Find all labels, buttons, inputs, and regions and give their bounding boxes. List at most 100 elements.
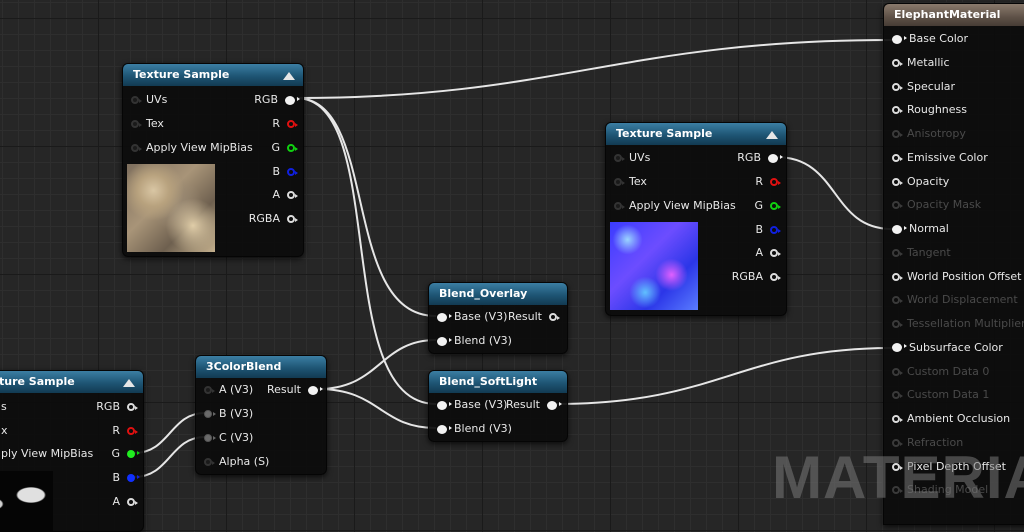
material-input-normal[interactable]: Normal: [892, 220, 949, 238]
pin-icon[interactable]: [287, 215, 298, 223]
pin-icon[interactable]: [287, 191, 298, 199]
input-pin-apply-view-mipbias[interactable]: ply View MipBias: [1, 445, 93, 463]
output-pin-g[interactable]: G: [111, 445, 140, 463]
pin-icon[interactable]: [547, 400, 562, 410]
pin-icon[interactable]: [287, 120, 298, 128]
texture-sample-node-mask[interactable]: ture Sample s x ply View MipBias RGB R G…: [0, 370, 144, 532]
pin-icon[interactable]: [892, 415, 903, 423]
pin-icon[interactable]: [127, 450, 140, 458]
output-pin-b[interactable]: B: [272, 163, 298, 181]
pin-icon[interactable]: [437, 424, 452, 434]
pin-icon[interactable]: [770, 273, 781, 281]
output-pin-b[interactable]: B: [755, 221, 781, 239]
output-pin-g[interactable]: G: [754, 197, 781, 215]
pin-icon[interactable]: [892, 82, 903, 91]
node-header[interactable]: Blend_Overlay: [429, 283, 567, 305]
pin-icon[interactable]: [614, 178, 625, 186]
pin-icon[interactable]: [127, 403, 138, 411]
texture-sample-node-diffuse[interactable]: Texture Sample UVs Tex Apply View MipBia…: [122, 63, 304, 257]
pin-icon[interactable]: [770, 249, 781, 257]
material-input-metallic[interactable]: Metallic: [892, 54, 950, 72]
output-pin-a[interactable]: A: [112, 493, 138, 511]
input-pin-a[interactable]: A (V3): [204, 381, 253, 399]
pin-icon[interactable]: [127, 498, 138, 506]
input-pin-base[interactable]: Base (V3): [437, 308, 507, 326]
output-pin-r[interactable]: R: [755, 173, 781, 191]
input-pin-uvs[interactable]: UVs: [131, 91, 167, 109]
node-header[interactable]: Texture Sample: [606, 123, 786, 145]
pin-icon[interactable]: [131, 120, 142, 128]
input-pin-base[interactable]: Base (V3): [437, 396, 507, 414]
input-pin-tex[interactable]: Tex: [614, 173, 647, 191]
pin-icon[interactable]: [308, 385, 323, 395]
pin-icon[interactable]: [204, 386, 215, 394]
three-color-blend-node[interactable]: 3ColorBlend A (V3) B (V3) C (V3) Alpha (…: [195, 355, 327, 475]
pin-icon[interactable]: [892, 58, 903, 67]
output-pin-result[interactable]: Result: [506, 396, 562, 414]
pin-icon[interactable]: [204, 410, 216, 418]
pin-icon[interactable]: [204, 458, 215, 466]
input-pin-c[interactable]: C (V3): [204, 429, 253, 447]
node-header[interactable]: Texture Sample: [123, 64, 303, 86]
node-header[interactable]: Blend_SoftLight: [429, 371, 567, 393]
pin-icon[interactable]: [892, 106, 903, 115]
pin-icon[interactable]: [127, 427, 138, 435]
pin-icon[interactable]: [127, 474, 140, 482]
material-input-emissive-color[interactable]: Emissive Color: [892, 149, 988, 167]
input-pin-tex[interactable]: x: [1, 422, 8, 440]
output-pin-a[interactable]: A: [755, 244, 781, 262]
blend-softlight-node[interactable]: Blend_SoftLight Base (V3) Blend (V3) Res…: [428, 370, 568, 442]
pin-icon[interactable]: [892, 177, 903, 186]
output-pin-g[interactable]: G: [271, 139, 298, 157]
collapse-arrow-icon[interactable]: [283, 72, 295, 80]
output-pin-a[interactable]: A: [272, 186, 298, 204]
material-input-roughness[interactable]: Roughness: [892, 101, 967, 119]
material-graph-canvas[interactable]: Texture Sample UVs Tex Apply View MipBia…: [0, 0, 1024, 532]
pin-icon[interactable]: [768, 153, 783, 163]
output-pin-result[interactable]: Result: [267, 381, 323, 399]
pin-icon[interactable]: [131, 96, 142, 104]
pin-icon[interactable]: [285, 95, 300, 105]
pin-icon[interactable]: [131, 144, 142, 152]
pin-icon[interactable]: [892, 224, 907, 234]
output-pin-rgb[interactable]: RGB: [96, 398, 138, 416]
pin-icon[interactable]: [614, 202, 625, 210]
input-pin-tex[interactable]: Tex: [131, 115, 164, 133]
pin-icon[interactable]: [892, 272, 903, 281]
output-pin-r[interactable]: R: [112, 422, 138, 440]
pin-icon[interactable]: [770, 202, 781, 210]
output-pin-b[interactable]: B: [112, 469, 140, 487]
pin-icon[interactable]: [770, 226, 781, 234]
material-input-base-color[interactable]: Base Color: [892, 30, 968, 48]
pin-icon[interactable]: [287, 144, 298, 152]
output-pin-result[interactable]: Result: [508, 308, 560, 326]
pin-icon[interactable]: [437, 400, 452, 410]
pin-icon[interactable]: [892, 153, 903, 162]
pin-icon[interactable]: [204, 434, 216, 442]
pin-icon[interactable]: [437, 312, 452, 322]
material-input-subsurface-color[interactable]: Subsurface Color: [892, 339, 1003, 357]
pin-icon[interactable]: [892, 34, 907, 44]
output-pin-rgba[interactable]: RGBA: [249, 210, 298, 228]
material-input-world-position-offset[interactable]: World Position Offset: [892, 268, 1021, 286]
collapse-arrow-icon[interactable]: [123, 379, 135, 387]
input-pin-apply-view-mipbias[interactable]: Apply View MipBias: [614, 197, 736, 215]
input-pin-apply-view-mipbias[interactable]: Apply View MipBias: [131, 139, 253, 157]
node-header[interactable]: ture Sample: [0, 371, 143, 393]
material-input-specular[interactable]: Specular: [892, 78, 955, 96]
node-header[interactable]: 3ColorBlend: [196, 356, 326, 378]
input-pin-uvs[interactable]: s: [1, 398, 7, 416]
output-pin-rgba[interactable]: RGBA: [732, 268, 781, 286]
material-input-ambient-occlusion[interactable]: Ambient Occlusion: [892, 410, 1010, 428]
blend-overlay-node[interactable]: Blend_Overlay Base (V3) Blend (V3) Resul…: [428, 282, 568, 354]
output-pin-r[interactable]: R: [272, 115, 298, 133]
collapse-arrow-icon[interactable]: [766, 131, 778, 139]
pin-icon[interactable]: [549, 313, 560, 321]
pin-icon[interactable]: [437, 336, 452, 346]
pin-icon[interactable]: [770, 178, 781, 186]
material-input-opacity[interactable]: Opacity: [892, 173, 949, 191]
input-pin-alpha[interactable]: Alpha (S): [204, 453, 269, 471]
input-pin-b[interactable]: B (V3): [204, 405, 253, 423]
pin-icon[interactable]: [287, 168, 298, 176]
output-pin-rgb[interactable]: RGB: [737, 149, 783, 167]
